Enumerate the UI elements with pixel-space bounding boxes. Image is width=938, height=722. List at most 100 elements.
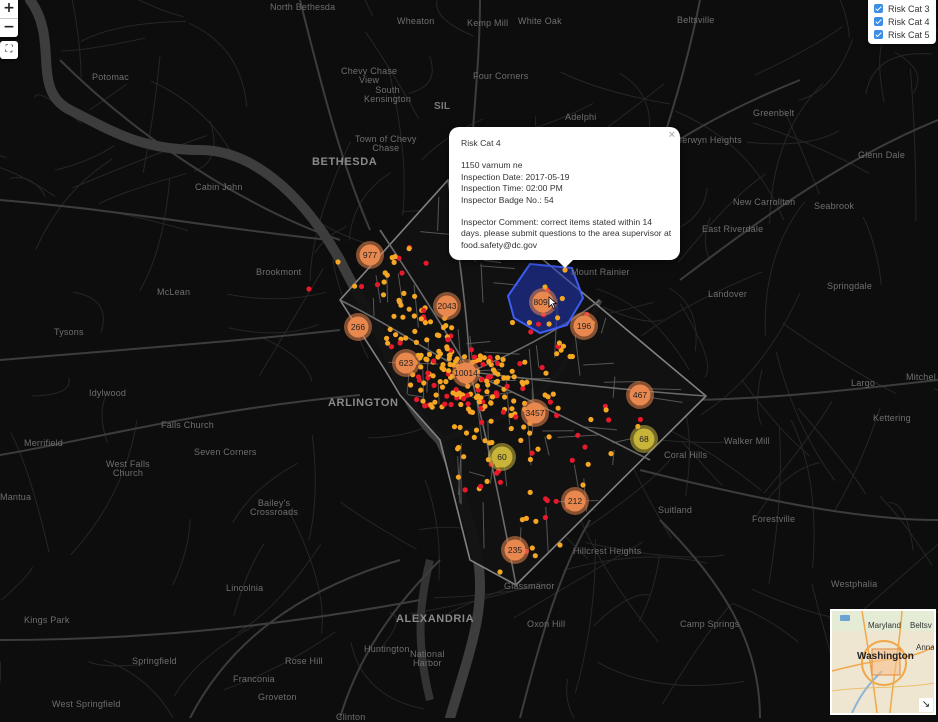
inspection-point[interactable] [424,337,429,342]
inspection-point[interactable] [545,498,550,503]
inspection-point[interactable] [505,384,510,389]
inspection-point[interactable] [403,335,408,340]
inspection-point[interactable] [488,374,493,379]
inspection-point[interactable] [455,356,460,361]
inspection-point[interactable] [427,352,432,357]
checkbox-checked-icon[interactable] [874,17,883,26]
inspection-point[interactable] [524,380,529,385]
inspection-point[interactable] [444,344,449,349]
inspection-point[interactable] [536,322,541,327]
inspection-point[interactable] [524,516,529,521]
inspection-point[interactable] [408,382,413,387]
inspection-point[interactable] [423,320,428,325]
inspection-point[interactable] [472,355,477,360]
inspection-point[interactable] [510,320,515,325]
cluster-marker[interactable]: 623 [392,349,420,377]
cluster-marker[interactable]: 235 [501,536,529,564]
inspection-point[interactable] [392,260,397,265]
inspection-point[interactable] [383,270,388,275]
zoom-in-button[interactable]: + [0,0,18,18]
inspection-point[interactable] [393,332,398,337]
layer-risk-cat-5[interactable]: Risk Cat 5 [874,28,932,41]
inspection-point[interactable] [432,383,437,388]
inspection-point[interactable] [604,407,609,412]
inspection-point[interactable] [420,399,425,404]
inspection-point[interactable] [533,519,538,524]
inspection-point[interactable] [543,371,548,376]
inspection-point[interactable] [418,388,423,393]
inspection-point[interactable] [452,424,457,429]
inspection-point[interactable] [509,406,514,411]
inspection-point[interactable] [335,259,340,264]
inspection-point[interactable] [464,430,469,435]
inspection-point[interactable] [497,569,502,574]
minimap[interactable]: Maryland Beltsv Anna Washington ↘ [830,609,936,715]
inspection-point[interactable] [480,362,485,367]
inspection-point[interactable] [393,254,398,259]
inspection-point[interactable] [554,351,559,356]
checkbox-checked-icon[interactable] [874,30,883,39]
inspection-point[interactable] [555,315,560,320]
inspection-point[interactable] [546,394,551,399]
inspection-point[interactable] [554,413,559,418]
inspection-point[interactable] [540,365,545,370]
inspection-point[interactable] [407,307,412,312]
inspection-point[interactable] [488,400,493,405]
minimap-toggle-icon[interactable]: ↘ [919,698,933,712]
inspection-point[interactable] [513,414,518,419]
cluster-marker[interactable]: 196 [570,312,598,340]
inspection-point[interactable] [436,349,441,354]
inspection-point[interactable] [412,329,417,334]
cluster-marker[interactable]: 212 [561,487,589,515]
inspection-point[interactable] [388,327,393,332]
inspection-point[interactable] [490,394,495,399]
inspection-point[interactable] [510,369,515,374]
inspection-point[interactable] [548,399,553,404]
inspection-point[interactable] [547,434,552,439]
inspection-point[interactable] [477,357,482,362]
checkbox-checked-icon[interactable] [874,4,883,13]
inspection-point[interactable] [551,392,556,397]
inspection-point[interactable] [461,454,466,459]
inspection-point[interactable] [477,399,482,404]
inspection-point[interactable] [474,428,479,433]
inspection-point[interactable] [458,392,463,397]
inspection-point[interactable] [461,396,466,401]
fullscreen-button[interactable]: ⛶ [0,41,18,59]
inspection-point[interactable] [456,475,461,480]
inspection-point[interactable] [458,425,463,430]
inspection-point[interactable] [401,291,406,296]
inspection-point[interactable] [533,553,538,558]
inspection-point[interactable] [527,320,532,325]
zoom-out-button[interactable]: − [0,18,18,37]
layer-risk-cat-4[interactable]: Risk Cat 4 [874,15,932,28]
inspection-point[interactable] [528,490,533,495]
inspection-point[interactable] [556,406,561,411]
inspection-point[interactable] [385,341,390,346]
inspection-point[interactable] [521,424,526,429]
inspection-point[interactable] [440,385,445,390]
cluster-marker[interactable]: 10014 [452,359,480,387]
inspection-point[interactable] [456,445,461,450]
cluster-marker[interactable]: 2043 [433,292,461,320]
cluster-marker[interactable]: 266 [344,313,372,341]
inspection-point[interactable] [482,438,487,443]
inspection-point[interactable] [486,359,491,364]
close-icon[interactable]: × [669,130,675,141]
inspection-point[interactable] [398,340,403,345]
inspection-point[interactable] [527,431,532,436]
inspection-point[interactable] [391,314,396,319]
inspection-point[interactable] [487,440,492,445]
inspection-point[interactable] [470,410,475,415]
inspection-point[interactable] [400,315,405,320]
inspection-point[interactable] [466,401,471,406]
layer-risk-cat-3[interactable]: Risk Cat 3 [874,2,932,15]
inspection-point[interactable] [440,362,445,367]
inspection-point[interactable] [375,282,380,287]
inspection-point[interactable] [438,379,443,384]
inspection-point[interactable] [412,313,417,318]
inspection-point[interactable] [462,354,467,359]
inspection-point[interactable] [492,370,497,375]
inspection-point[interactable] [359,284,364,289]
inspection-point[interactable] [449,325,454,330]
